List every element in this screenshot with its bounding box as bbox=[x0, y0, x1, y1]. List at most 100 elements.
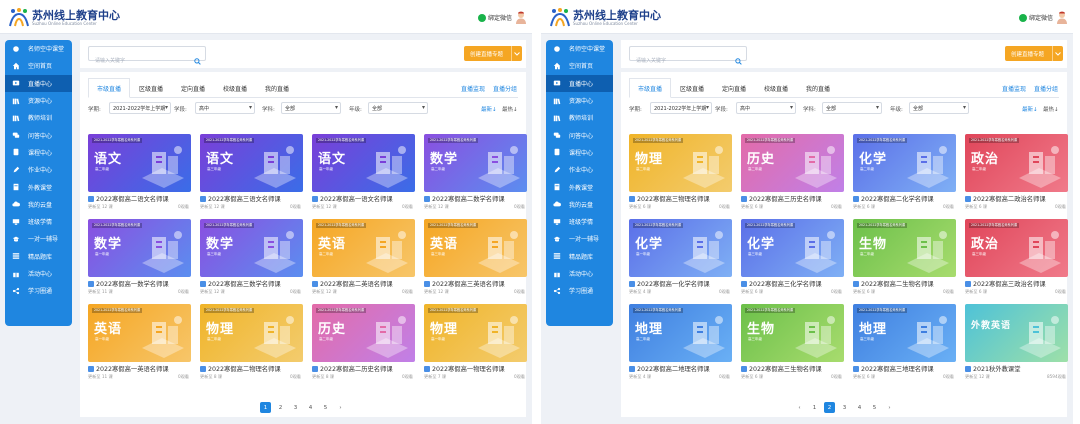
course-title[interactable]: 2022寒假高二化学名师课 bbox=[853, 194, 956, 203]
sidebar-item[interactable]: 我的云盘 bbox=[546, 196, 613, 213]
live-group-link[interactable]: 直播分组 bbox=[493, 84, 517, 93]
sidebar-item[interactable]: 资源中心 bbox=[5, 92, 72, 109]
course-title[interactable]: 2022寒假高三语文名师课 bbox=[200, 194, 303, 203]
sidebar-item[interactable]: 活动中心 bbox=[5, 265, 72, 282]
course-thumbnail[interactable]: 2021-2022学年寒假名师系列课 地理 高二年级 bbox=[629, 304, 732, 362]
live-monitor-link[interactable]: 直播监现 bbox=[1002, 84, 1026, 93]
page-button[interactable]: 3 bbox=[839, 402, 850, 413]
course-thumbnail[interactable]: 2021-2022学年寒假名师系列课 化学 高二年级 bbox=[853, 134, 956, 192]
course-card[interactable]: 2021-2022学年寒假名师系列课 英语 高三年级 2022寒假高三英语名师课 更新至… bbox=[424, 219, 527, 296]
sidebar-item[interactable]: 问答中心 bbox=[5, 126, 72, 143]
sidebar-item[interactable]: 直播中心 bbox=[546, 74, 613, 92]
sidebar-item[interactable]: 班级学情 bbox=[546, 213, 613, 230]
sidebar-item[interactable]: 教师培训 bbox=[5, 109, 72, 126]
sidebar-item[interactable]: 学习圈通 bbox=[5, 282, 72, 299]
course-card[interactable]: 2021-2022学年寒假名师系列课 物理 高二年级 2022寒假高二物理名师课 更新至… bbox=[200, 304, 303, 381]
course-card[interactable]: 2021-2022学年寒假名师系列课 化学 高三年级 2022寒假高三化学名师课 更新至… bbox=[741, 219, 844, 296]
sort-newest[interactable]: 最新↓ bbox=[481, 105, 497, 113]
sidebar-item[interactable]: 直播中心 bbox=[5, 74, 72, 92]
search-icon[interactable] bbox=[735, 50, 742, 65]
course-title[interactable]: 2022寒假高三地理名师课 bbox=[853, 364, 956, 373]
page-button[interactable]: 1 bbox=[809, 402, 820, 413]
sidebar-item[interactable]: 名师空中课堂 bbox=[5, 40, 72, 57]
sort-newest[interactable]: 最新↓ bbox=[1022, 105, 1038, 113]
course-card[interactable]: 外教英语 2021秋外教课堂 更新至 12 课 8594观看 bbox=[965, 304, 1068, 381]
course-title[interactable]: 2022寒假高三生物名师课 bbox=[741, 364, 844, 373]
course-title[interactable]: 2022寒假高一语文名师课 bbox=[312, 194, 415, 203]
page-button[interactable]: ‹ bbox=[794, 402, 805, 413]
page-button[interactable]: 1 bbox=[260, 402, 271, 413]
sidebar-item[interactable]: 空间首页 bbox=[546, 57, 613, 74]
course-card[interactable]: 2021-2022学年寒假名师系列课 英语 高一年级 2022寒假高一英语名师课 更新至… bbox=[88, 304, 191, 381]
stage-select[interactable]: 高中 bbox=[736, 102, 796, 114]
chevron-down-icon[interactable] bbox=[1052, 46, 1063, 61]
course-thumbnail[interactable]: 2021-2022学年寒假名师系列课 物理 高二年级 bbox=[629, 134, 732, 192]
course-title[interactable]: 2022寒假高二政治名师课 bbox=[965, 194, 1068, 203]
tab-live[interactable]: 校级直播 bbox=[214, 78, 256, 98]
live-monitor-link[interactable]: 直播监现 bbox=[461, 84, 485, 93]
create-live-topic-button[interactable]: 创建直播专题 bbox=[1005, 46, 1063, 61]
course-title[interactable]: 2022寒假高三物理名师课 bbox=[629, 194, 732, 203]
course-card[interactable]: 2021-2022学年寒假名师系列课 历史 高二年级 2022寒假高二历史名师课 更新至… bbox=[312, 304, 415, 381]
course-thumbnail[interactable]: 2021-2022学年寒假名师系列课 政治 高二年级 bbox=[965, 134, 1068, 192]
sidebar-item[interactable]: 问答中心 bbox=[546, 126, 613, 143]
course-thumbnail[interactable]: 2021-2022学年寒假名师系列课 语文 高一年级 bbox=[312, 134, 415, 192]
course-thumbnail[interactable]: 2021-2022学年寒假名师系列课 数学 高一年级 bbox=[88, 219, 191, 277]
sidebar-item[interactable]: 外教课堂 bbox=[546, 178, 613, 195]
course-title[interactable]: 2022寒假高一英语名师课 bbox=[88, 364, 191, 373]
course-title[interactable]: 2021秋外教课堂 bbox=[965, 364, 1068, 373]
sidebar-item[interactable]: 我的云盘 bbox=[5, 196, 72, 213]
course-title[interactable]: 2022寒假高一化学名师课 bbox=[629, 279, 732, 288]
sidebar-item[interactable]: 活动中心 bbox=[546, 265, 613, 282]
course-card[interactable]: 2021-2022学年寒假名师系列课 数学 高三年级 2022寒假高三数学名师课 更新至… bbox=[200, 219, 303, 296]
course-card[interactable]: 2021-2022学年寒假名师系列课 物理 高二年级 2022寒假高三物理名师课 更新至… bbox=[629, 134, 732, 211]
course-thumbnail[interactable]: 2021-2022学年寒假名师系列课 生物 高三年级 bbox=[741, 304, 844, 362]
course-title[interactable]: 2022寒假高三政治名师课 bbox=[965, 279, 1068, 288]
page-button[interactable]: › bbox=[335, 402, 346, 413]
tab-live[interactable]: 定向直播 bbox=[713, 78, 755, 98]
course-card[interactable]: 2021-2022学年寒假名师系列课 政治 高三年级 2022寒假高三政治名师课 更新至… bbox=[965, 219, 1068, 296]
search-input[interactable] bbox=[89, 54, 189, 68]
grade-select[interactable]: 全部 bbox=[368, 102, 428, 114]
course-title[interactable]: 2022寒假高二物理名师课 bbox=[200, 364, 303, 373]
sidebar-item[interactable]: 学习圈通 bbox=[546, 282, 613, 299]
page-button[interactable]: 3 bbox=[290, 402, 301, 413]
course-title[interactable]: 2022寒假高二英语名师课 bbox=[312, 279, 415, 288]
course-thumbnail[interactable]: 2021-2022学年寒假名师系列课 语文 高三年级 bbox=[200, 134, 303, 192]
bind-wechat-link[interactable]: 绑定微信 bbox=[1019, 12, 1053, 23]
course-thumbnail[interactable]: 2021-2022学年寒假名师系列课 生物 高二年级 bbox=[853, 219, 956, 277]
sidebar-item[interactable]: 课程中心 bbox=[5, 144, 72, 161]
sidebar-item[interactable]: 精品题库 bbox=[546, 248, 613, 265]
tab-live[interactable]: 定向直播 bbox=[172, 78, 214, 98]
sidebar-item[interactable]: 作业中心 bbox=[546, 161, 613, 178]
course-card[interactable]: 2021-2022学年寒假名师系列课 生物 高三年级 2022寒假高三生物名师课 更新至… bbox=[741, 304, 844, 381]
sidebar-item[interactable]: 课程中心 bbox=[546, 144, 613, 161]
course-thumbnail[interactable]: 2021-2022学年寒假名师系列课 物理 高一年级 bbox=[424, 304, 527, 362]
course-thumbnail[interactable]: 2021-2022学年寒假名师系列课 语文 高二年级 bbox=[88, 134, 191, 192]
sidebar-item[interactable]: 名师空中课堂 bbox=[546, 40, 613, 57]
sidebar-item[interactable]: 班级学情 bbox=[5, 213, 72, 230]
course-card[interactable]: 2021-2022学年寒假名师系列课 地理 高三年级 2022寒假高三地理名师课 更新至… bbox=[853, 304, 956, 381]
sidebar-item[interactable]: 一对一辅导 bbox=[5, 230, 72, 247]
avatar[interactable] bbox=[1055, 9, 1069, 24]
avatar[interactable] bbox=[514, 9, 528, 24]
subject-select[interactable]: 全部 bbox=[822, 102, 882, 114]
course-title[interactable]: 2022寒假高三数学名师课 bbox=[200, 279, 303, 288]
page-button[interactable]: 5 bbox=[320, 402, 331, 413]
course-card[interactable]: 2021-2022学年寒假名师系列课 语文 高一年级 2022寒假高一语文名师课 更新至… bbox=[312, 134, 415, 211]
term-select[interactable]: 2021-2022学年上学期 bbox=[109, 102, 171, 114]
course-card[interactable]: 2021-2022学年寒假名师系列课 语文 高二年级 2022寒假高二语文名师课 更新至… bbox=[88, 134, 191, 211]
course-thumbnail[interactable]: 2021-2022学年寒假名师系列课 英语 高二年级 bbox=[312, 219, 415, 277]
course-thumbnail[interactable]: 2021-2022学年寒假名师系列课 英语 高一年级 bbox=[88, 304, 191, 362]
course-title[interactable]: 2022寒假高三英语名师课 bbox=[424, 279, 527, 288]
grade-select[interactable]: 全部 bbox=[909, 102, 969, 114]
term-select[interactable]: 2021-2022学年上学期 bbox=[650, 102, 712, 114]
sidebar-item[interactable]: 外教课堂 bbox=[5, 178, 72, 195]
sidebar-item[interactable]: 空间首页 bbox=[5, 57, 72, 74]
course-card[interactable]: 2021-2022学年寒假名师系列课 政治 高二年级 2022寒假高二政治名师课 更新至… bbox=[965, 134, 1068, 211]
course-card[interactable]: 2021-2022学年寒假名师系列课 英语 高二年级 2022寒假高二英语名师课 更新至… bbox=[312, 219, 415, 296]
tab-live[interactable]: 我的直播 bbox=[256, 78, 298, 98]
bind-wechat-link[interactable]: 绑定微信 bbox=[478, 12, 512, 23]
search-input[interactable] bbox=[630, 54, 730, 68]
course-title[interactable]: 2022寒假高一数学名师课 bbox=[88, 279, 191, 288]
